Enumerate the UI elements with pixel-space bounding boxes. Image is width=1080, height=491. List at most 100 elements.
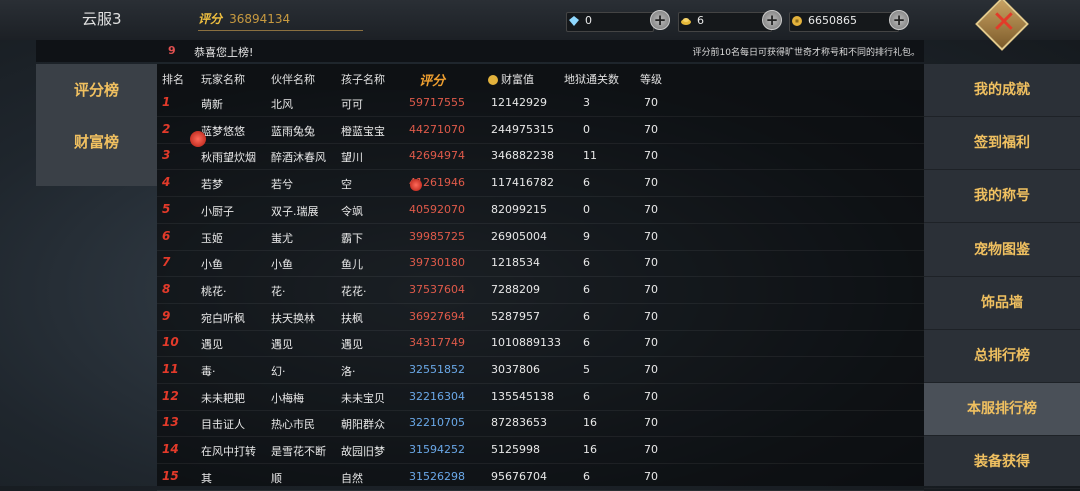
top-bar: [0, 0, 1080, 40]
cell-wealth: 87283653: [491, 416, 547, 430]
gold-ingot-icon: [681, 18, 691, 25]
menu-sign-in-rewards[interactable]: 签到福利: [924, 117, 1080, 170]
cell-player: 蓝梦悠悠: [201, 124, 245, 138]
add-coin-button[interactable]: +: [889, 10, 909, 30]
diamond-value: 0: [585, 14, 592, 27]
table-row[interactable]: 6 玉姬 蚩尤 霸下 39985725 26905004 9 70: [157, 224, 924, 251]
add-diamond-button[interactable]: +: [650, 10, 670, 30]
cell-rank: 2: [162, 121, 171, 136]
cell-rank: 7: [162, 255, 171, 270]
cell-wealth: 7288209: [491, 282, 540, 296]
score-value: 36894134: [229, 12, 291, 26]
menu-server-ranking[interactable]: 本服排行榜: [924, 383, 1080, 436]
cell-hell: 6: [583, 336, 590, 350]
cell-hell: 9: [583, 229, 590, 243]
cell-score: 44271070: [409, 122, 465, 136]
cell-player: 目击证人: [201, 418, 245, 432]
red-gem-icon: [190, 131, 206, 147]
cell-score: 31526298: [409, 469, 465, 483]
table-row[interactable]: 2 蓝梦悠悠 蓝雨兔兔 橙蓝宝宝 44271070 244975315 0 70: [157, 117, 924, 144]
menu-equipment-obtained[interactable]: 装备获得: [924, 436, 1080, 489]
cell-level: 70: [644, 309, 658, 323]
table-row[interactable]: 14 在风中打转 是雪花不断 故园旧梦 31594252 5125998 16 70: [157, 437, 924, 465]
tab-score-ranking[interactable]: 评分榜: [36, 64, 157, 116]
table-row[interactable]: 13 目击证人 热心市民 朝阳群众 32210705 87283653 16 70: [157, 410, 924, 438]
cell-player: 宛白听枫: [201, 311, 245, 325]
table-row[interactable]: 12 未未耙耙 小梅梅 未未宝贝 32216304 135545138 6 70: [157, 384, 924, 411]
menu-my-titles[interactable]: 我的称号: [924, 170, 1080, 223]
cell-child: 花花·: [341, 284, 367, 298]
table-row[interactable]: 11 毒· 幻· 洛· 32551852 3037806 5 70: [157, 357, 924, 384]
cell-wealth: 5125998: [491, 443, 540, 457]
cell-rank: 10: [162, 335, 179, 350]
cell-score: 37537604: [409, 282, 465, 296]
cell-rank: 5: [162, 201, 171, 216]
cell-partner: 扶天换林: [271, 311, 315, 325]
red-gem-icon: [410, 179, 422, 191]
col-level: 等级: [640, 73, 662, 86]
cell-partner: 北风: [271, 98, 293, 111]
col-player: 玩家名称: [201, 73, 245, 86]
menu-my-achievements[interactable]: 我的成就: [924, 64, 1080, 117]
table-header: 排名 玩家名称 伙伴名称 孩子名称 评分 财富值 地狱通关数 等级: [157, 64, 924, 90]
table-row[interactable]: 1 萌新 北风 可可 59717555 12142929 3 70: [157, 90, 924, 117]
table-row[interactable]: 4 若梦 若兮空 41261946 117416782 6 70: [157, 170, 924, 198]
table-row[interactable]: 5 小厨子 双子.瑞展 令飒 40592070 82099215 0 70: [157, 197, 924, 224]
cell-wealth: 82099215: [491, 202, 547, 216]
cell-rank: 1: [162, 95, 171, 109]
cell-level: 70: [644, 336, 658, 350]
table-row[interactable]: 3 秋雨望炊烟 醉酒沐春风 望川 42694974 346882238 11 70: [157, 143, 924, 171]
cell-level: 70: [644, 176, 658, 190]
table-row[interactable]: 8 桃花· 花· 花花· 37537604 7288209 6 70: [157, 277, 924, 304]
cell-partner: 花·: [271, 284, 286, 298]
cell-player: 若梦: [201, 178, 223, 192]
cell-hell: 6: [583, 469, 590, 483]
cell-player: 小鱼: [201, 258, 223, 272]
add-ingot-button[interactable]: +: [762, 10, 782, 30]
cell-score: 34317749: [409, 336, 465, 350]
cell-player: 毒·: [201, 365, 216, 378]
cell-rank: 13: [162, 415, 179, 430]
announcement-bar: 9 恭喜您上榜! 评分前10名每日可获得旷世奇才称号和不同的排行礼包。: [36, 40, 924, 62]
table-row[interactable]: 15 其 顺 自然 31526298 95676704 6 70: [157, 464, 924, 491]
cell-rank: 4: [162, 175, 171, 190]
cell-rank: 15: [162, 468, 179, 483]
cell-hell: 16: [583, 443, 597, 457]
table-row[interactable]: 9 宛白听枫 扶天换林 扶枫 36927694 5287957 6 70: [157, 304, 924, 331]
tab-wealth-ranking[interactable]: 财富榜: [36, 116, 157, 168]
cell-wealth: 117416782: [491, 176, 554, 190]
menu-accessory-wall[interactable]: 饰品墙: [924, 277, 1080, 330]
table-row[interactable]: 7 小鱼 小鱼 鱼儿 39730180 1218534 6 70: [157, 250, 924, 278]
cell-partner: 遇见: [271, 338, 293, 352]
cell-level: 70: [644, 229, 658, 243]
cell-score: 32551852: [409, 363, 465, 376]
cell-child: 洛·: [341, 365, 356, 378]
cell-score: 31594252: [409, 443, 465, 457]
menu-overall-ranking[interactable]: 总排行榜: [924, 330, 1080, 383]
close-icon[interactable]: ✕: [987, 6, 1021, 40]
cell-partner: 双子.瑞展: [271, 204, 319, 218]
cell-wealth: 1010889133: [491, 336, 561, 350]
cell-level: 70: [644, 389, 658, 403]
cell-level: 70: [644, 202, 658, 216]
cell-child: 扶枫: [341, 311, 363, 325]
announcement-rank: 9: [168, 44, 176, 57]
cell-level: 70: [644, 96, 658, 109]
cell-score: 42694974: [409, 149, 465, 163]
coin-icon: [488, 75, 498, 85]
cell-level: 70: [644, 363, 658, 376]
table-row[interactable]: 10 遇见 遇见 遇见 34317749 1010889133 6 70: [157, 330, 924, 358]
cell-score: 40592070: [409, 202, 465, 216]
cell-hell: 16: [583, 416, 597, 430]
cell-wealth: 3037806: [491, 363, 540, 376]
server-name: 云服3: [82, 10, 122, 28]
menu-pet-gallery[interactable]: 宠物图鉴: [924, 224, 1080, 277]
cell-rank: 11: [162, 362, 179, 376]
cell-player: 玉姬: [201, 231, 223, 245]
cell-child: 令飒: [341, 204, 363, 218]
cell-wealth: 1218534: [491, 256, 540, 270]
cell-player: 萌新: [201, 98, 223, 111]
cell-child: 未未宝贝: [341, 391, 385, 405]
cell-wealth: 135545138: [491, 389, 554, 403]
cell-hell: 11: [583, 149, 597, 163]
